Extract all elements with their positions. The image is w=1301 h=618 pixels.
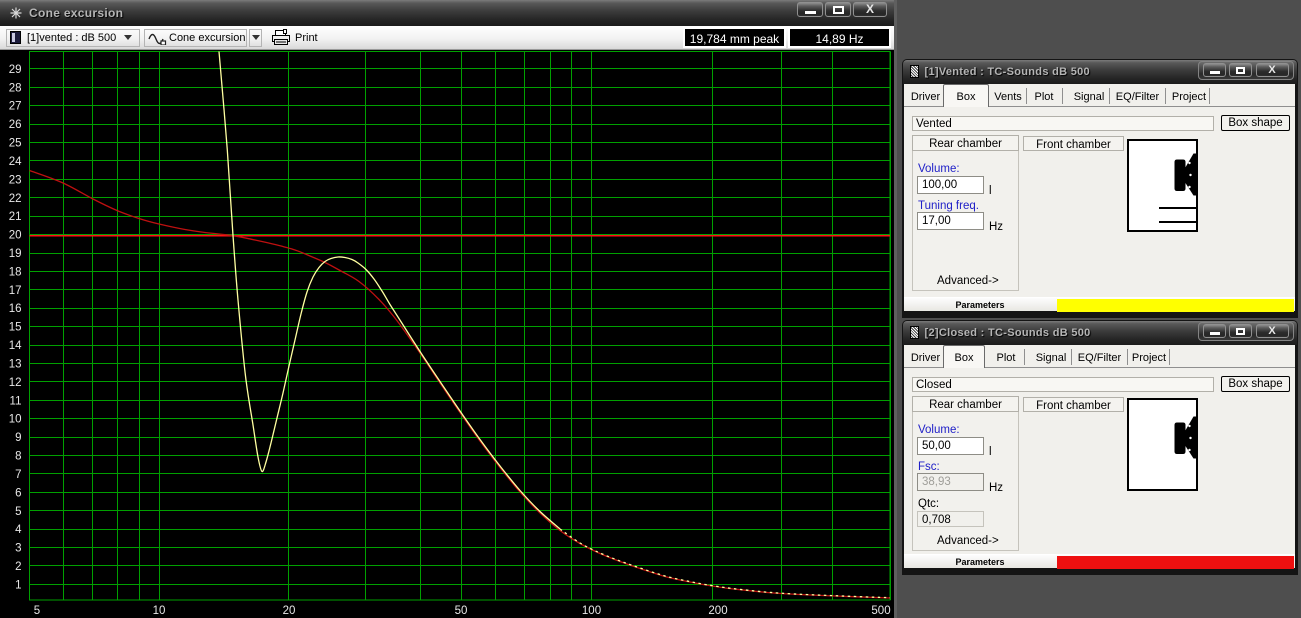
svg-text:3: 3 xyxy=(15,543,21,555)
svg-text:13: 13 xyxy=(9,359,22,371)
svg-text:11: 11 xyxy=(10,395,22,407)
svg-text:20: 20 xyxy=(9,230,22,242)
svg-text:5: 5 xyxy=(34,605,40,617)
svg-text:19: 19 xyxy=(9,248,22,260)
svg-text:10: 10 xyxy=(153,605,166,617)
svg-text:10: 10 xyxy=(9,414,22,426)
svg-text:17: 17 xyxy=(9,285,22,297)
svg-text:5: 5 xyxy=(15,506,21,518)
svg-text:50: 50 xyxy=(455,605,468,617)
svg-text:100: 100 xyxy=(582,605,601,617)
svg-text:24: 24 xyxy=(9,156,22,168)
svg-text:27: 27 xyxy=(9,101,22,113)
svg-text:4: 4 xyxy=(15,524,22,536)
svg-text:28: 28 xyxy=(9,82,22,94)
svg-text:9: 9 xyxy=(15,432,21,444)
svg-text:14: 14 xyxy=(9,340,22,352)
svg-text:20: 20 xyxy=(283,605,296,617)
svg-text:200: 200 xyxy=(708,605,727,617)
svg-text:23: 23 xyxy=(9,174,22,186)
svg-text:2: 2 xyxy=(15,561,21,573)
svg-text:7: 7 xyxy=(15,469,21,481)
svg-text:21: 21 xyxy=(9,211,22,223)
svg-text:15: 15 xyxy=(9,322,22,334)
svg-text:22: 22 xyxy=(9,193,22,205)
svg-text:6: 6 xyxy=(15,487,21,499)
svg-text:29: 29 xyxy=(9,64,22,76)
svg-text:18: 18 xyxy=(9,266,22,278)
svg-text:16: 16 xyxy=(9,303,22,315)
svg-text:1: 1 xyxy=(15,579,21,591)
svg-text:8: 8 xyxy=(15,451,21,463)
svg-text:25: 25 xyxy=(9,138,22,150)
svg-text:26: 26 xyxy=(9,119,22,131)
svg-text:500: 500 xyxy=(871,605,890,617)
svg-text:12: 12 xyxy=(9,377,22,389)
